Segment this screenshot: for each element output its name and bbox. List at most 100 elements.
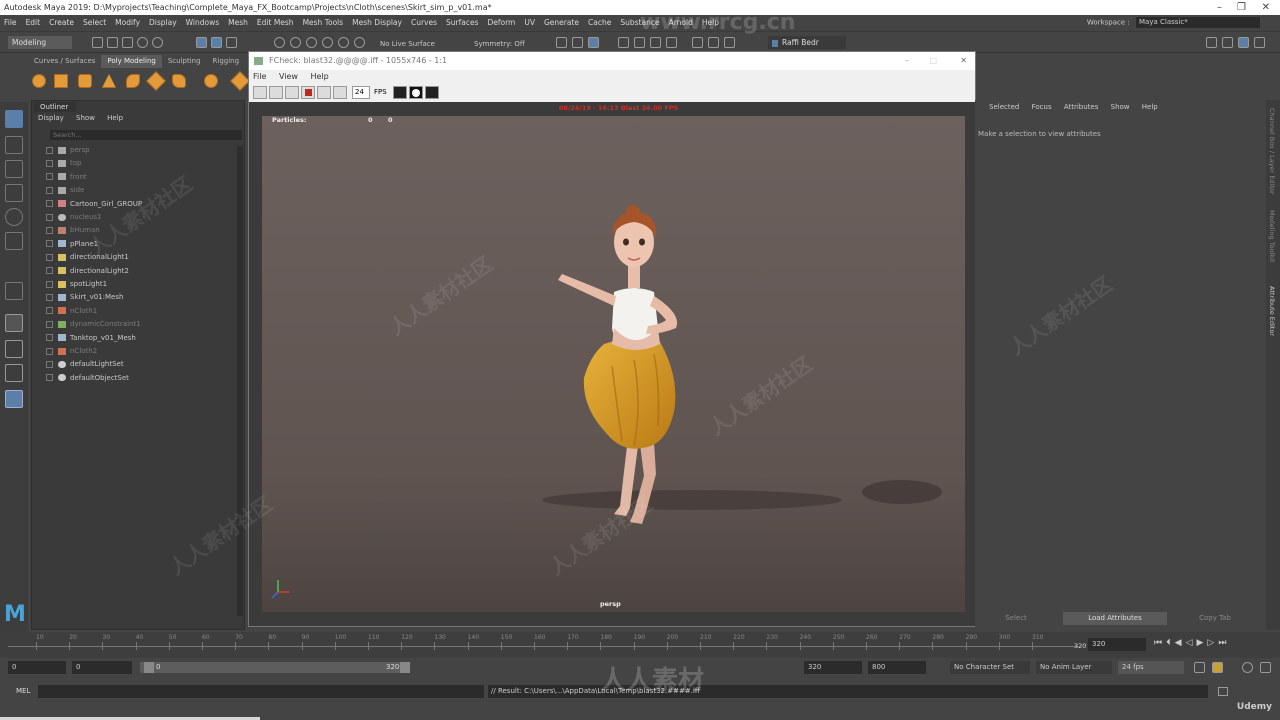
expand-icon[interactable] bbox=[46, 347, 53, 355]
menu-surfaces[interactable]: Surfaces bbox=[446, 18, 478, 27]
scale-tool-icon[interactable] bbox=[5, 232, 23, 250]
alpha-channel-icon[interactable] bbox=[409, 86, 423, 99]
go-to-start-icon[interactable]: ⏮ bbox=[1154, 638, 1166, 648]
rgb-channel-icon[interactable] bbox=[393, 86, 407, 99]
render-frame-icon[interactable] bbox=[618, 37, 629, 48]
four-view-icon[interactable] bbox=[5, 340, 23, 358]
poly-plane-icon[interactable] bbox=[146, 71, 166, 91]
mel-label[interactable]: MEL bbox=[16, 687, 30, 695]
menu-help[interactable]: Help bbox=[702, 18, 719, 27]
outliner-item[interactable]: Skirt_v01:Mesh bbox=[46, 291, 123, 303]
shelf-tab-rigging[interactable]: Rigging bbox=[207, 55, 246, 68]
menu-generate[interactable]: Generate bbox=[544, 18, 579, 27]
modeling-toolkit-icon[interactable] bbox=[1206, 37, 1217, 48]
paint-select-tool-icon[interactable] bbox=[5, 160, 23, 178]
menu-uv[interactable]: UV bbox=[524, 18, 535, 27]
fcheck-menu-help[interactable]: Help bbox=[310, 72, 328, 81]
menu-file[interactable]: File bbox=[4, 18, 17, 27]
step-forward-key-icon[interactable]: ▷ bbox=[1207, 638, 1218, 648]
save-scene-icon[interactable] bbox=[122, 37, 133, 48]
range-start-handle[interactable] bbox=[144, 662, 154, 673]
menu-mesh-display[interactable]: Mesh Display bbox=[352, 18, 402, 27]
minimize-icon[interactable]: – bbox=[1217, 0, 1222, 15]
auto-key-icon[interactable] bbox=[1212, 662, 1223, 673]
outliner-item[interactable]: spotLight1 bbox=[46, 278, 107, 290]
fcheck-close-icon[interactable]: ✕ bbox=[960, 52, 967, 70]
poly-cylinder-icon[interactable] bbox=[78, 74, 92, 88]
outliner-layout-icon[interactable] bbox=[5, 390, 23, 408]
poly-cone-icon[interactable] bbox=[102, 74, 116, 88]
playback-prefs-icon[interactable] bbox=[1260, 662, 1271, 673]
play-backward-icon[interactable] bbox=[285, 86, 299, 99]
live-surface-label[interactable]: No Live Surface bbox=[380, 40, 435, 48]
ae-menu-selected[interactable]: Selected bbox=[989, 103, 1019, 111]
poly-sphere-icon[interactable] bbox=[32, 74, 46, 88]
character-controls-icon[interactable] bbox=[1222, 37, 1233, 48]
maximize-icon[interactable]: ❐ bbox=[1237, 0, 1246, 15]
outliner-item[interactable]: dynamicConstraint1 bbox=[46, 318, 141, 330]
outliner-item[interactable]: front bbox=[46, 171, 87, 183]
fcheck-minimize-icon[interactable]: – bbox=[905, 52, 909, 70]
new-scene-icon[interactable] bbox=[92, 37, 103, 48]
outliner-item[interactable]: defaultLightSet bbox=[46, 358, 124, 370]
anim-layer-dropdown[interactable]: No Anim Layer bbox=[1036, 661, 1112, 674]
symmetry-label[interactable]: Symmetry: Off bbox=[474, 40, 525, 48]
menu-windows[interactable]: Windows bbox=[186, 18, 219, 27]
menu-substance[interactable]: Substance bbox=[620, 18, 659, 27]
menu-edit-mesh[interactable]: Edit Mesh bbox=[257, 18, 294, 27]
stop-icon[interactable] bbox=[301, 86, 315, 99]
snap-grid-icon[interactable] bbox=[274, 37, 285, 48]
command-input[interactable] bbox=[38, 685, 484, 698]
outliner-scrollbar[interactable] bbox=[237, 146, 243, 616]
move-tool-icon[interactable] bbox=[5, 184, 23, 202]
menu-create[interactable]: Create bbox=[49, 18, 74, 27]
menu-modify[interactable]: Modify bbox=[115, 18, 140, 27]
outliner-item[interactable]: persp bbox=[46, 144, 90, 156]
range-end-handle[interactable] bbox=[400, 662, 410, 673]
poly-disc-icon[interactable] bbox=[172, 74, 186, 88]
play-forward-icon[interactable]: ▶ bbox=[1196, 638, 1207, 648]
outliner-item[interactable]: top bbox=[46, 157, 81, 169]
outliner-menu-show[interactable]: Show bbox=[76, 114, 95, 122]
last-tool-icon[interactable] bbox=[5, 282, 23, 300]
fcheck-maximize-icon[interactable]: □ bbox=[929, 52, 937, 70]
expand-icon[interactable] bbox=[46, 200, 53, 208]
user-account-dropdown[interactable]: Raffi Bedr bbox=[768, 36, 846, 49]
outliner-item[interactable]: defaultObjectSet bbox=[46, 372, 129, 384]
outliner-item[interactable]: nucleus1 bbox=[46, 211, 102, 223]
expand-icon[interactable] bbox=[46, 146, 53, 154]
menu-arnold[interactable]: Arnold bbox=[669, 18, 693, 27]
expand-icon[interactable] bbox=[46, 173, 53, 181]
expand-icon[interactable] bbox=[46, 320, 53, 328]
ae-menu-help[interactable]: Help bbox=[1142, 103, 1158, 111]
time-slider[interactable]: 10 20 30 40 50 60 70 80 90 100 110 120 130 140 150 160 1… bbox=[0, 632, 1280, 658]
render-view-icon[interactable] bbox=[588, 37, 599, 48]
step-back-frame-icon[interactable]: ⏴ bbox=[1166, 638, 1175, 648]
snap-point-icon[interactable] bbox=[306, 37, 317, 48]
undo-icon[interactable] bbox=[137, 37, 148, 48]
lasso-tool-icon[interactable] bbox=[5, 136, 23, 154]
menu-curves[interactable]: Curves bbox=[411, 18, 437, 27]
menu-edit[interactable]: Edit bbox=[26, 18, 41, 27]
zdepth-channel-icon[interactable] bbox=[425, 86, 439, 99]
anim-prefs-icon[interactable] bbox=[1242, 662, 1253, 673]
expand-icon[interactable] bbox=[46, 334, 53, 342]
arnold-ipr-icon[interactable] bbox=[708, 37, 719, 48]
attribute-editor-icon[interactable] bbox=[1238, 37, 1249, 48]
script-editor-icon[interactable] bbox=[1218, 687, 1228, 696]
rotate-tool-icon[interactable] bbox=[5, 208, 23, 226]
outliner-item[interactable]: directionalLight1 bbox=[46, 251, 129, 263]
side-tab-attribute-editor[interactable]: Attribute Editor bbox=[1268, 286, 1276, 336]
menu-deform[interactable]: Deform bbox=[487, 18, 515, 27]
expand-icon[interactable] bbox=[46, 280, 53, 288]
fps-input[interactable]: 24 bbox=[352, 86, 370, 99]
channel-box-icon[interactable] bbox=[1254, 37, 1265, 48]
expand-icon[interactable] bbox=[46, 253, 53, 261]
single-perspective-view-icon[interactable] bbox=[5, 314, 23, 332]
shelf-tab-curves[interactable]: Curves / Surfaces bbox=[28, 55, 101, 68]
select-tool-icon[interactable] bbox=[5, 110, 23, 128]
snap-vertex-icon[interactable] bbox=[354, 37, 365, 48]
select-hierarchy-icon[interactable] bbox=[196, 37, 207, 48]
first-frame-icon[interactable] bbox=[253, 86, 267, 99]
outliner-item[interactable]: side bbox=[46, 184, 84, 196]
